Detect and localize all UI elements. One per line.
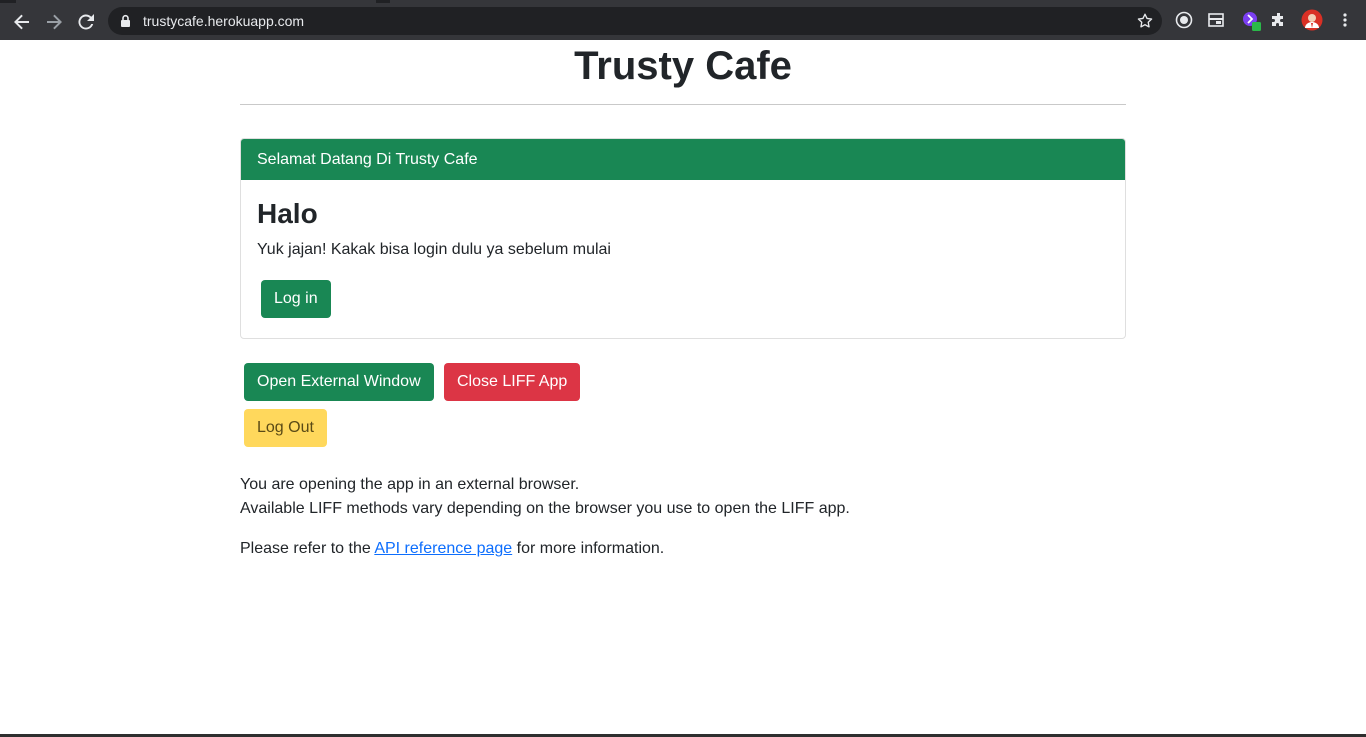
- back-icon: [14, 14, 29, 30]
- page-content: Trusty Cafe Selamat Datang Di Trusty Caf…: [0, 40, 1366, 737]
- title-divider: [240, 104, 1126, 105]
- login-button[interactable]: Log in: [261, 280, 331, 318]
- chrome-extension-icon[interactable]: [1175, 11, 1193, 29]
- info-line-2: Available LIFF methods vary depending on…: [240, 500, 850, 517]
- profile-extension-icon[interactable]: [1241, 10, 1263, 32]
- forward-button[interactable]: [40, 8, 68, 36]
- reload-button[interactable]: [72, 8, 100, 36]
- tab-strip: [0, 0, 1366, 3]
- back-button[interactable]: [8, 8, 36, 36]
- api-reference-paragraph: Please refer to the API reference page f…: [240, 537, 1126, 561]
- log-out-button[interactable]: Log Out: [244, 409, 327, 447]
- browser-toolbar: trustycafe.herokuapp.com: [0, 0, 1366, 40]
- tab-inactive-hint[interactable]: [390, 0, 1366, 3]
- tab-active-hint[interactable]: [16, 0, 376, 3]
- close-liff-app-button[interactable]: Close LIFF App: [444, 363, 581, 401]
- refer-text-after: for more information.: [512, 540, 665, 557]
- refer-text-before: Please refer to the: [240, 540, 375, 557]
- lock-icon: [121, 14, 130, 27]
- url-text: trustycafe.herokuapp.com: [143, 13, 305, 29]
- forward-icon: [47, 14, 62, 30]
- menu-kebab-icon[interactable]: [1336, 11, 1354, 29]
- card-text: Yuk jajan! Kakak bisa login dulu ya sebe…: [257, 241, 611, 258]
- extensions-puzzle-icon[interactable]: [1270, 11, 1288, 29]
- info-line-1: You are opening the app in an external b…: [240, 476, 580, 493]
- star-icon[interactable]: [1136, 12, 1154, 30]
- api-reference-link[interactable]: API reference page: [374, 540, 512, 557]
- card-title: Halo: [257, 198, 318, 229]
- address-bar[interactable]: trustycafe.herokuapp.com: [108, 7, 1162, 35]
- reading-list-icon[interactable]: [1207, 11, 1225, 29]
- external-browser-info: You are opening the app in an external b…: [240, 473, 1126, 521]
- page-title: Trusty Cafe: [574, 44, 792, 88]
- open-external-window-button[interactable]: Open External Window: [244, 363, 434, 401]
- avatar[interactable]: [1301, 9, 1323, 31]
- reload-icon: [78, 14, 94, 30]
- card-header: Selamat Datang Di Trusty Cafe: [241, 139, 1125, 180]
- welcome-card: Selamat Datang Di Trusty Cafe Halo Yuk j…: [240, 138, 1126, 339]
